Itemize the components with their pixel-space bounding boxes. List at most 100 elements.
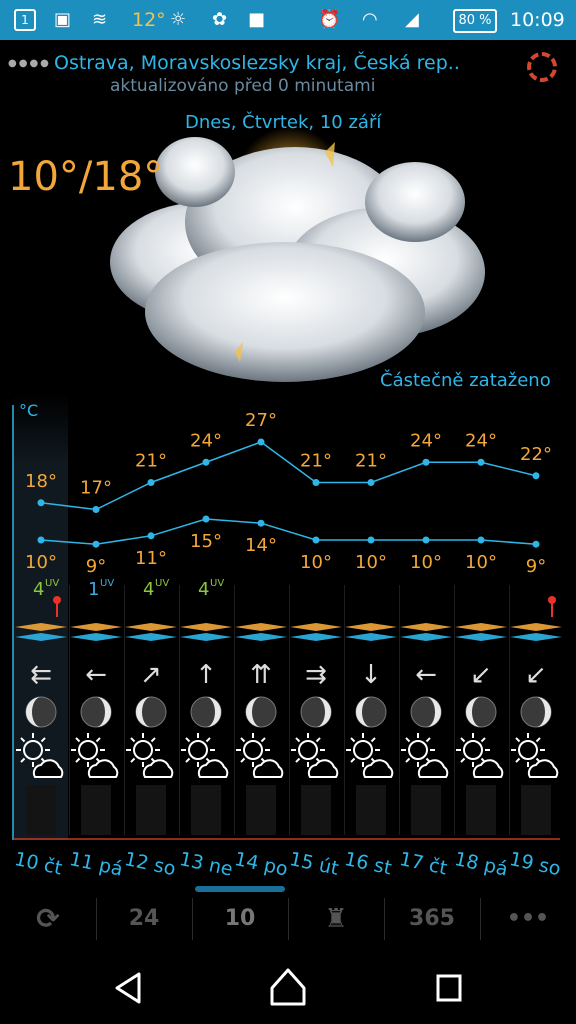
signal-icon: ◢: [405, 9, 419, 30]
precipitation-bar: [466, 785, 496, 835]
high-low-temperature: 10°/18°: [8, 154, 164, 200]
forecast-chart[interactable]: °C 18° 17°21°24°27°21° 21°24° 24°22°10° 9° 11…: [0, 395, 576, 845]
data-point: [202, 458, 210, 466]
data-point: [37, 536, 45, 544]
status-temperature: 12°: [132, 9, 166, 31]
arrow-down-left-icon: ↙: [470, 660, 492, 690]
data-label: 9°: [86, 556, 106, 577]
warning-icon[interactable]: [53, 596, 61, 604]
wind-strength-icon: [70, 623, 122, 641]
moon-phase-icon: [410, 696, 442, 728]
uv-index: 1: [88, 579, 99, 600]
wind-strength-icon: [125, 623, 177, 641]
location-label[interactable]: Ostrava, Moravskoslezsky kraj, Česká rep…: [54, 52, 460, 74]
arrow-left-icon: ←: [85, 660, 107, 690]
data-label: 24°: [410, 430, 442, 451]
tab-365-days[interactable]: 365: [384, 884, 480, 954]
data-label: 15°: [190, 531, 222, 552]
data-label: 17°: [80, 478, 112, 499]
partly-cloudy-icon: [346, 733, 394, 778]
bottom-toolbar: ⟳ 24 10 ♜ 365 •••: [0, 884, 576, 954]
refresh-icon[interactable]: ⟳: [0, 884, 96, 954]
wind-strength-icon: [180, 623, 232, 641]
wind-strength-icon: [510, 623, 562, 641]
wind-arrows-left-icon: ⇇: [30, 660, 52, 690]
data-point: [367, 479, 375, 486]
data-point: [312, 479, 320, 486]
uv-unit: UV: [45, 578, 59, 589]
data-point: [477, 536, 485, 544]
moon-phase-icon: [80, 696, 112, 728]
wind-strength-icon: [400, 623, 452, 641]
moon-phase-icon: [190, 696, 222, 728]
day-label[interactable]: 14 po: [232, 848, 289, 881]
arrow-down-icon: ↓: [360, 660, 382, 690]
moon-phase-icon: [520, 696, 552, 728]
warning-icon[interactable]: [548, 596, 556, 604]
data-label: 24°: [190, 430, 222, 451]
recents-button[interactable]: [436, 974, 462, 1002]
data-point: [477, 458, 485, 466]
recents-icon[interactable]: [436, 974, 462, 1002]
calendar-icon: 1: [14, 9, 36, 31]
day-label[interactable]: 19 so: [507, 848, 562, 880]
arrow-up-icon: ↑: [195, 660, 217, 690]
moon-phase-icon: [25, 696, 57, 728]
navigation-bar: [0, 954, 576, 1024]
day-label[interactable]: 17 čt: [397, 848, 449, 880]
day-label[interactable]: 13 ne: [177, 848, 234, 881]
settings-gear-icon[interactable]: [527, 52, 557, 82]
icons-group: ⇇ ← ↗ ↑ ⇈ ⇉ ↓ ← ↙ ↙: [15, 596, 562, 835]
series-line: [40, 518, 537, 545]
wind-strength-icon: [345, 623, 397, 641]
partly-cloudy-icon: [511, 733, 559, 778]
page-dots-indicator[interactable]: ●●●●: [8, 58, 51, 69]
wind-strength-icon: [290, 623, 342, 641]
day-label[interactable]: 10 čt: [12, 848, 64, 880]
day-label[interactable]: 16 st: [342, 848, 393, 879]
data-label: 18°: [25, 471, 57, 492]
home-button[interactable]: [270, 968, 306, 1006]
tab-10-days[interactable]: 10: [192, 884, 288, 954]
arrow-up-right-icon: ↗: [140, 660, 162, 690]
data-point: [532, 472, 540, 480]
uv-unit: UV: [100, 578, 114, 589]
data-label: 24°: [465, 430, 497, 451]
briefcase-icon: ■: [248, 9, 266, 30]
data-point: [147, 479, 155, 486]
moon-phase-icon: [300, 696, 332, 728]
tab-24-hours[interactable]: 24: [96, 884, 192, 954]
partly-cloudy-icon: ☼: [170, 9, 187, 30]
data-label: 14°: [245, 535, 277, 556]
calendar-day: 1: [21, 13, 29, 27]
status-bar: 1 ▣ ≋ 12° ☼ ✿ ■ ⏰ ◠ ◢ 80 % 10:09: [0, 0, 576, 40]
precipitation-bar: [246, 785, 276, 835]
data-point: [202, 515, 210, 523]
alarm-icon: ⏰: [318, 9, 341, 30]
day-label[interactable]: 18 pá: [452, 848, 509, 881]
data-point: [422, 536, 430, 544]
condition-label: Částečně zataženo: [380, 370, 551, 391]
precipitation-bar: [136, 785, 166, 835]
status-time: 10:09: [510, 9, 565, 31]
data-point: [92, 540, 100, 548]
data-point: [312, 536, 320, 544]
back-button[interactable]: [115, 972, 141, 1004]
home-icon[interactable]: [270, 968, 306, 1006]
day-label[interactable]: 12 so: [122, 848, 177, 880]
arrows-up-icon: ⇈: [250, 660, 272, 690]
fishing-icon[interactable]: ♜: [288, 884, 384, 954]
data-label: 22°: [520, 444, 552, 465]
day-label[interactable]: 15 út: [287, 848, 340, 880]
partly-cloudy-icon: [401, 733, 449, 778]
battery-indicator: 80 %: [453, 9, 497, 33]
back-icon[interactable]: [115, 972, 141, 1004]
data-point: [257, 519, 265, 527]
uv-unit: UV: [210, 578, 224, 589]
arrow-down-left-icon: ↙: [525, 660, 547, 690]
partly-cloudy-icon: [291, 733, 339, 778]
weather-widget-icon: ≋: [92, 9, 108, 30]
day-label[interactable]: 11 pá: [67, 848, 124, 881]
data-point: [367, 536, 375, 544]
more-options-button[interactable]: •••: [480, 884, 576, 954]
